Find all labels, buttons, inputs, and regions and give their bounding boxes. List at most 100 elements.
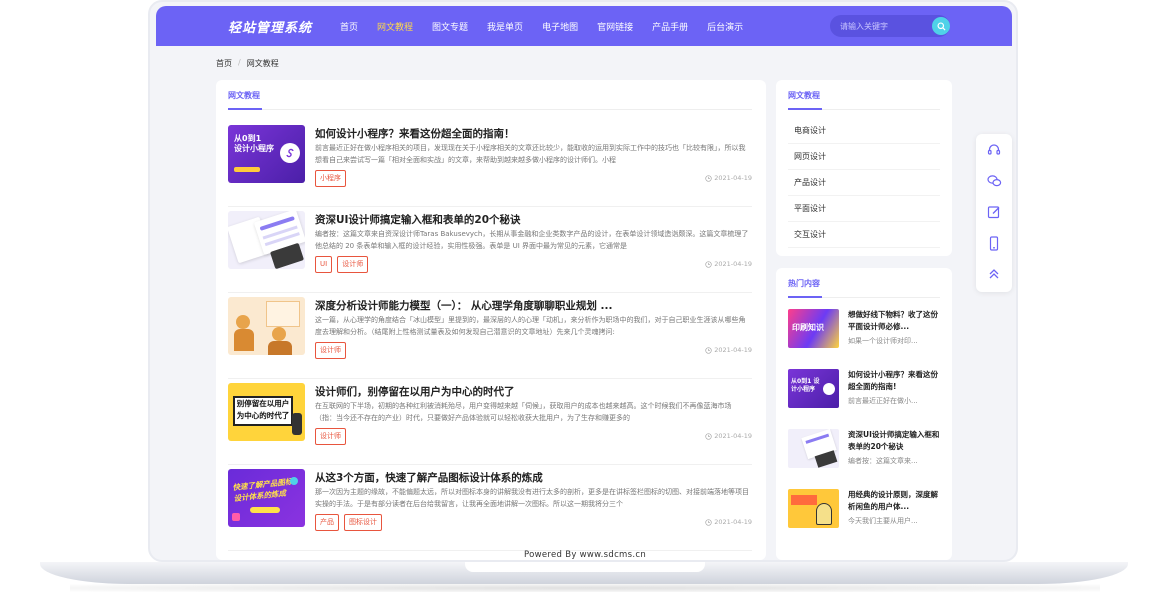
category-item[interactable]: 产品设计 bbox=[788, 170, 940, 196]
tag[interactable]: UI bbox=[315, 256, 333, 273]
mini-program-icon bbox=[823, 383, 835, 395]
person-illustration bbox=[236, 315, 250, 329]
person-illustration bbox=[234, 329, 254, 351]
article-summary: 这一篇，从心理学的角度结合「冰山模型」里提到的，最深层的人的心理「动机」，来分析… bbox=[315, 316, 746, 336]
article-thumbnail[interactable] bbox=[228, 297, 305, 355]
hot-summary: 前言最近正好在做小... bbox=[848, 397, 918, 405]
article-thumbnail[interactable]: 从0到1 设计小程序 bbox=[228, 125, 305, 183]
nav-item-map[interactable]: 电子地图 bbox=[542, 20, 578, 33]
hot-summary: 编者按：这篇文章来... bbox=[848, 457, 918, 465]
laptop-notch bbox=[465, 562, 705, 572]
hot-title: 用经典的设计原则，深度解析闲鱼的用户体... bbox=[848, 490, 938, 511]
article-thumbnail[interactable] bbox=[228, 211, 305, 269]
headset-icon bbox=[987, 144, 1001, 155]
tag[interactable]: 设计师 bbox=[315, 342, 346, 359]
article-title[interactable]: 深度分析设计师能力模型（一）： 从心理学角度聊聊职业规划 ... bbox=[315, 298, 613, 313]
search-box bbox=[830, 15, 950, 37]
article-thumbnail[interactable]: 快速了解产品图标 设计体系的炼成 bbox=[228, 469, 305, 527]
decor-shape bbox=[290, 477, 298, 485]
thumb-text: 印刷知识 bbox=[792, 323, 824, 332]
mobile-version-button[interactable] bbox=[985, 234, 1003, 252]
hot-thumbnail: 印刷知识 bbox=[788, 309, 839, 348]
hot-item[interactable]: 从0到1 设计小程序 如何设计小程序？来看这份超全面的指南! 前言最近正好在做小… bbox=[788, 369, 940, 429]
tag[interactable]: 设计师 bbox=[337, 256, 369, 273]
clock-icon bbox=[705, 346, 712, 354]
article-title[interactable]: 从这3个方面，快速了解产品图标设计体系的炼成 bbox=[315, 470, 543, 485]
hot-thumbnail bbox=[788, 489, 839, 528]
thumb-text: 别停留在以用户 bbox=[236, 399, 290, 408]
article-date-text: 2021-04-19 bbox=[714, 432, 752, 440]
category-item[interactable]: 平面设计 bbox=[788, 196, 940, 222]
article-summary: 编者按：这篇文章来自资深设计师Taras Bakusevych，长期从事金融和企… bbox=[315, 230, 749, 250]
site-logo[interactable]: 轻站管理系统 bbox=[228, 17, 312, 36]
hot-item[interactable]: 资深UI设计师搞定输入框和表单的20个秘诀 编者按：这篇文章来... bbox=[788, 429, 940, 489]
laptop-shadow bbox=[70, 584, 1100, 592]
back-to-top-button[interactable] bbox=[985, 265, 1003, 283]
breadcrumb-current[interactable]: 网文教程 bbox=[247, 58, 279, 69]
article-date-text: 2021-04-19 bbox=[714, 346, 752, 354]
hot-summary: 如果一个设计师对印... bbox=[848, 337, 918, 345]
article-tags: 设计师 bbox=[315, 342, 346, 359]
nav-item-single-page[interactable]: 我是单页 bbox=[487, 20, 523, 33]
nav-item-official-link[interactable]: 官网链接 bbox=[597, 20, 633, 33]
search-button[interactable] bbox=[932, 17, 950, 35]
feedback-button[interactable] bbox=[985, 203, 1003, 221]
hot-content-title: 热门内容 bbox=[788, 279, 820, 288]
article-tags: 设计师 bbox=[315, 428, 346, 445]
thumb-text: 从0到1 设计小程序 bbox=[791, 378, 820, 393]
tag[interactable]: 设计师 bbox=[315, 428, 346, 445]
nav-item-manual[interactable]: 产品手册 bbox=[652, 20, 688, 33]
stage: 轻站管理系统 首页 网文教程 图文专题 我是单页 电子地图 官网链接 产品手册 … bbox=[0, 0, 1175, 594]
article-date: 2021-04-19 bbox=[705, 346, 752, 354]
tag[interactable]: 产品 bbox=[315, 514, 339, 531]
mini-program-icon bbox=[280, 143, 300, 163]
hot-title: 如何设计小程序？来看这份超全面的指南! bbox=[848, 370, 938, 391]
breadcrumb-home[interactable]: 首页 bbox=[216, 58, 232, 69]
article-item: 资深UI设计师搞定输入框和表单的20个秘诀 编者按：这篇文章来自资深设计师Tar… bbox=[228, 211, 752, 293]
thumb-text-box: 别停留在以用户 为中心的时代了 bbox=[233, 396, 293, 426]
tag[interactable]: 小程序 bbox=[315, 170, 346, 187]
search-input[interactable] bbox=[840, 20, 920, 32]
hot-title: 想做好线下物料？收了这份平面设计师必修... bbox=[848, 310, 938, 331]
article-date-text: 2021-04-19 bbox=[714, 174, 752, 182]
clock-icon bbox=[705, 518, 712, 526]
tag[interactable]: 图标设计 bbox=[344, 514, 382, 531]
nav-item-topics[interactable]: 图文专题 bbox=[432, 20, 468, 33]
customer-service-button[interactable] bbox=[985, 141, 1003, 159]
article-item: 快速了解产品图标 设计体系的炼成 从这3个方面，快速了解产品图标设计体系的炼成 … bbox=[228, 469, 752, 551]
hot-item[interactable]: 用经典的设计原则，深度解析闲鱼的用户体... 今天我们主要从用户... bbox=[788, 489, 940, 549]
article-title[interactable]: 资深UI设计师搞定输入框和表单的20个秘诀 bbox=[315, 212, 521, 227]
category-item[interactable]: 网页设计 bbox=[788, 144, 940, 170]
nav-item-home[interactable]: 首页 bbox=[340, 20, 358, 33]
person-illustration bbox=[292, 413, 302, 435]
clock-icon bbox=[705, 260, 712, 268]
category-item[interactable]: 电商设计 bbox=[788, 118, 940, 144]
thumb-text: 为中心的时代了 bbox=[236, 411, 290, 420]
article-title[interactable]: 设计师们，别停留在以用户为中心的时代了 bbox=[315, 384, 515, 399]
article-date: 2021-04-19 bbox=[705, 174, 752, 182]
breadcrumb-separator: / bbox=[238, 58, 241, 67]
nav-item-tutorials[interactable]: 网文教程 bbox=[377, 20, 413, 33]
main-nav: 首页 网文教程 图文专题 我是单页 电子地图 官网链接 产品手册 后台演示 bbox=[340, 20, 762, 33]
article-date: 2021-04-19 bbox=[705, 260, 752, 268]
article-title[interactable]: 如何设计小程序？来看这份超全面的指南！ bbox=[315, 126, 515, 141]
clock-icon bbox=[705, 432, 712, 440]
wechat-button[interactable] bbox=[985, 172, 1003, 190]
edit-icon bbox=[987, 206, 1000, 219]
article-date: 2021-04-19 bbox=[705, 518, 752, 526]
title-underline bbox=[788, 108, 822, 110]
title-underline bbox=[788, 296, 822, 298]
nav-item-admin-demo[interactable]: 后台演示 bbox=[707, 20, 743, 33]
hot-item[interactable]: 印刷知识 想做好线下物料？收了这份平面设计师必修... 如果一个设计师对印... bbox=[788, 309, 940, 369]
thumb-text: 从0到1 bbox=[234, 134, 262, 143]
title-underline bbox=[228, 108, 262, 110]
article-summary: 那一次因为主题的缘故，不能偏题太远，所以对图标本身的讲解我没有进行太多的剖析，更… bbox=[315, 488, 749, 508]
article-summary: 在互联网的下半场，初期的各种红利被消耗殆尽，用户变得越来越「伺候」，获取用户的成… bbox=[315, 402, 732, 422]
mobile-icon bbox=[989, 235, 999, 251]
article-list-card: 网文教程 从0到1 设计小程序 如何设计小程序？来看这份超全面的指南！ 前言最近… bbox=[216, 80, 766, 560]
article-thumbnail[interactable]: 别停留在以用户 为中心的时代了 bbox=[228, 383, 305, 441]
thumb-banner bbox=[791, 495, 817, 505]
article-tags: 小程序 bbox=[315, 170, 346, 187]
category-item[interactable]: 交互设计 bbox=[788, 222, 940, 248]
article-summary: 前言最近正好在做小程序相关的项目，发现现在关于小程序相关的文章还比较少，能取收的… bbox=[315, 144, 746, 164]
